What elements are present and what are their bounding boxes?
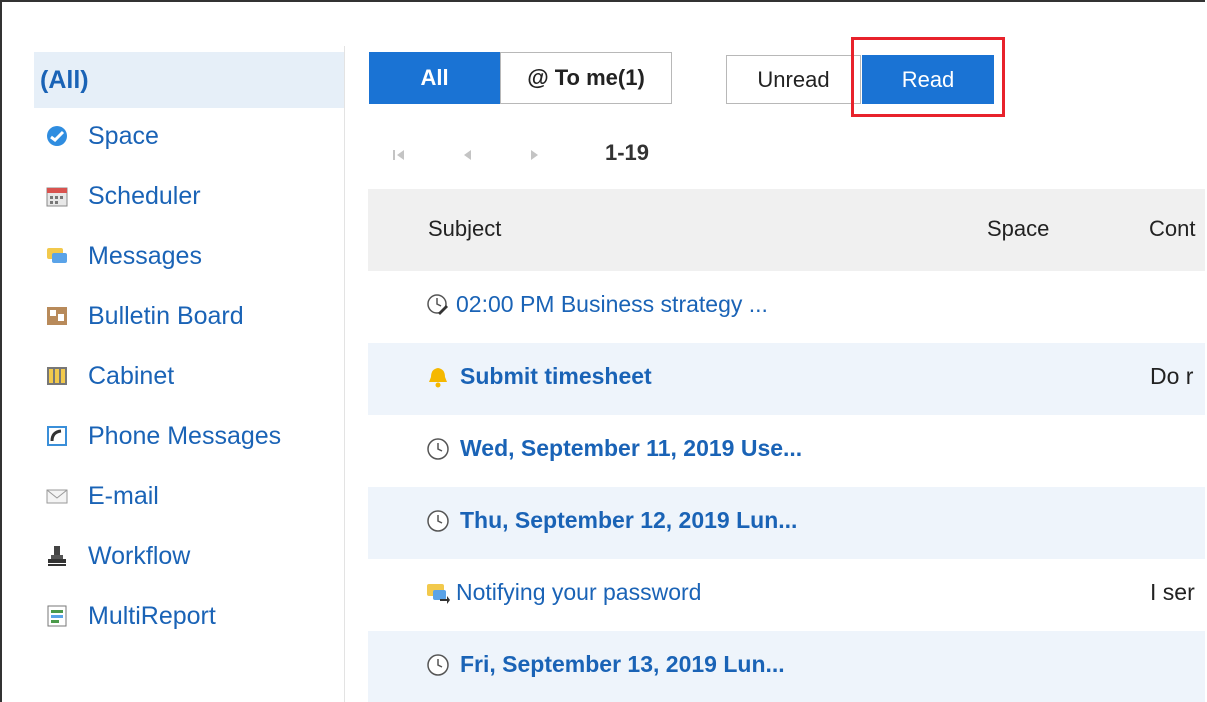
row-subject-text: Submit timesheet	[460, 363, 652, 389]
sidebar-item-bulletin-board[interactable]: Bulletin Board	[38, 288, 344, 344]
row-subject-text: Fri, September 13, 2019 Lun...	[460, 651, 785, 677]
sidebar-item-label: E-mail	[88, 481, 159, 510]
table-row[interactable]: Thu, September 12, 2019 Lun...	[368, 487, 1205, 559]
row-content: Do r	[1150, 363, 1194, 389]
row-subject-link[interactable]: 02:00 PM Business strategy ...	[426, 291, 768, 318]
clock-edit-icon	[426, 293, 450, 317]
table-row[interactable]: 02:00 PM Business strategy ...	[368, 271, 1205, 343]
stamp-icon	[46, 545, 68, 567]
category-sidebar: (All) Space Scheduler Messages Bulletin	[34, 46, 345, 702]
sidebar-item-workflow[interactable]: Workflow	[38, 528, 344, 584]
sidebar-item-label: Scheduler	[88, 181, 201, 210]
table-row[interactable]: Fri, September 13, 2019 Lun...	[368, 631, 1205, 702]
clock-icon	[426, 653, 450, 677]
tab-all[interactable]: All	[369, 52, 500, 104]
row-subject-text: Thu, September 12, 2019 Lun...	[460, 507, 798, 533]
sidebar-item-multireport[interactable]: MultiReport	[38, 588, 344, 644]
row-subject-link[interactable]: Thu, September 12, 2019 Lun...	[426, 507, 797, 534]
sidebar-item-label: MultiReport	[88, 601, 216, 630]
row-subject-link[interactable]: Submit timesheet	[426, 363, 652, 390]
report-icon	[46, 605, 68, 627]
sidebar-item-cabinet[interactable]: Cabinet	[38, 348, 344, 404]
row-subject-text: Wed, September 11, 2019 Use...	[460, 435, 803, 461]
sidebar-item-email[interactable]: E-mail	[38, 468, 344, 524]
sidebar-item-label: Space	[88, 121, 159, 150]
next-page-icon[interactable]	[528, 148, 542, 162]
tab-unread[interactable]: Unread	[726, 55, 861, 104]
column-header-content[interactable]: Cont	[1149, 216, 1195, 242]
sidebar-item-label: Phone Messages	[88, 421, 282, 450]
bell-icon	[426, 365, 450, 389]
tab-read[interactable]: Read	[862, 55, 994, 104]
envelope-icon	[46, 485, 68, 507]
sidebar-item-label: Bulletin Board	[88, 301, 244, 330]
row-subject-link[interactable]: Fri, September 13, 2019 Lun...	[426, 651, 785, 678]
column-header-space[interactable]: Space	[987, 216, 1049, 242]
calendar-icon	[46, 185, 68, 207]
row-subject-text: Notifying your password	[456, 579, 702, 605]
row-subject-link[interactable]: Notifying your password	[426, 579, 701, 606]
sidebar-item-label: Cabinet	[88, 361, 175, 390]
clock-icon	[426, 437, 450, 461]
bulletin-board-icon	[46, 305, 68, 327]
clock-icon	[426, 509, 450, 533]
row-content: I ser	[1150, 579, 1195, 605]
sidebar-item-all[interactable]: (All)	[34, 52, 344, 108]
table-row[interactable]: Notifying your password I ser	[368, 559, 1205, 631]
sidebar-item-label: Messages	[88, 241, 202, 270]
sidebar-item-scheduler[interactable]: Scheduler	[38, 168, 344, 224]
app-frame: (All) Space Scheduler Messages Bulletin	[0, 0, 1205, 702]
table-header: Subject Space Cont	[368, 189, 1205, 271]
sidebar-item-label: Workflow	[88, 541, 191, 570]
sidebar-item-space[interactable]: Space	[38, 108, 344, 164]
table-row[interactable]: Wed, September 11, 2019 Use...	[368, 415, 1205, 487]
phone-icon	[46, 425, 68, 447]
sidebar-item-label: (All)	[40, 65, 89, 94]
table-row[interactable]: Submit timesheet Do r	[368, 343, 1205, 415]
pager: 1-19	[392, 140, 649, 170]
first-page-icon[interactable]	[392, 148, 406, 162]
cabinet-icon	[46, 365, 68, 387]
sidebar-item-messages[interactable]: Messages	[38, 228, 344, 284]
row-subject-text: 02:00 PM Business strategy ...	[456, 291, 768, 317]
tab-to-me[interactable]: @ To me(1)	[500, 52, 672, 104]
page-range: 1-19	[605, 140, 650, 165]
speech-bubble-icon	[46, 245, 68, 267]
previous-page-icon[interactable]	[460, 148, 474, 162]
space-globe-icon	[46, 125, 68, 147]
message-forward-icon	[426, 581, 450, 605]
sidebar-item-phone-messages[interactable]: Phone Messages	[38, 408, 344, 464]
row-subject-link[interactable]: Wed, September 11, 2019 Use...	[426, 435, 802, 462]
column-header-subject[interactable]: Subject	[428, 216, 501, 242]
